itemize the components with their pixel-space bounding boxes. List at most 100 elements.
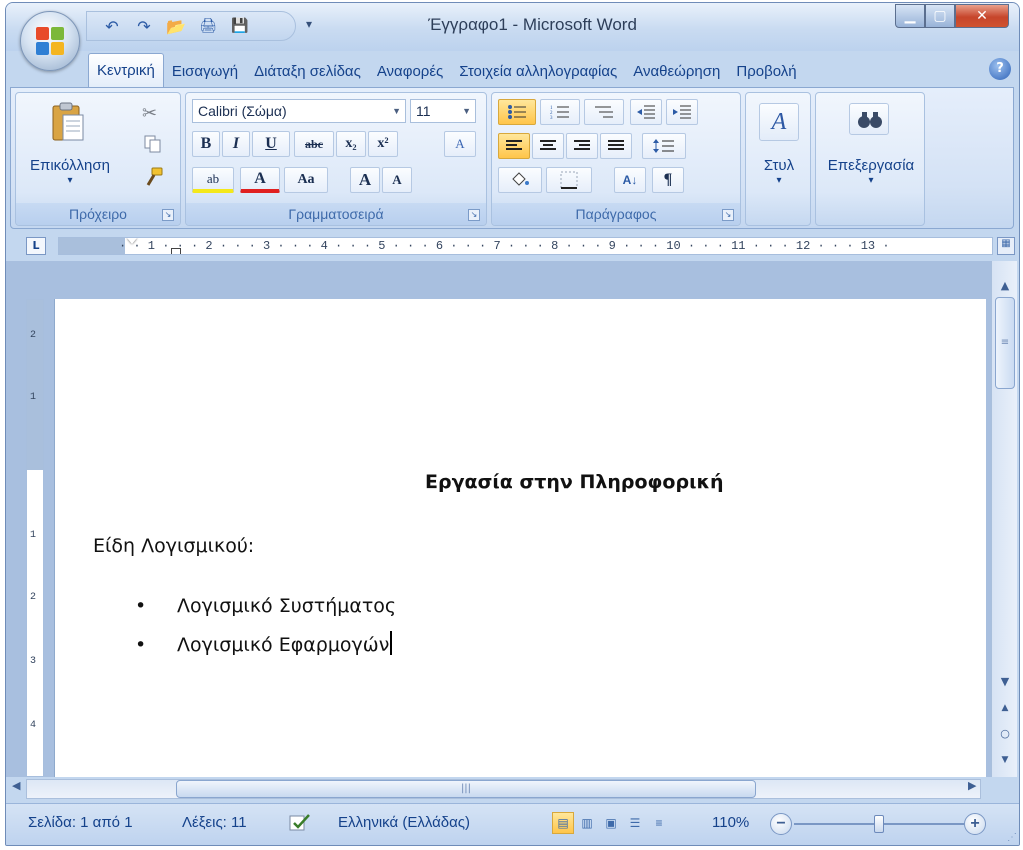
scroll-left-icon[interactable]: ◀ (12, 779, 20, 792)
paragraph-dialog-launcher-icon[interactable]: ↘ (722, 209, 734, 221)
outline-view-icon[interactable]: ☰ (624, 812, 646, 834)
paste-button-label[interactable]: Επικόλληση (22, 157, 118, 174)
scroll-down-icon[interactable]: ▼ (996, 673, 1014, 691)
highlight-button[interactable]: ab (192, 167, 234, 193)
vruler-mark: 2 (30, 330, 37, 341)
shading-button[interactable] (498, 167, 542, 193)
cut-icon[interactable]: ✂ (142, 103, 157, 124)
multilevel-list-button[interactable] (584, 99, 624, 125)
first-line-indent-marker-icon[interactable] (127, 238, 137, 244)
hanging-indent-marker-icon[interactable] (171, 248, 181, 254)
scroll-up-icon[interactable]: ▲ (996, 277, 1014, 295)
view-buttons: ▤ ▥ ▣ ☰ ≡ (552, 812, 670, 834)
editing-group[interactable]: Επεξεργασία ▾ (815, 92, 925, 226)
bold-button[interactable]: B (192, 131, 220, 157)
print-layout-view-icon[interactable]: ▤ (552, 812, 574, 834)
zoom-slider-knob[interactable] (874, 815, 884, 833)
close-button[interactable]: ✕ (955, 4, 1009, 28)
vertical-scrollbar[interactable]: ▲ ≡ ▼ ▲ ○ ▼ (991, 261, 1017, 777)
minimize-button[interactable]: ▁ (895, 4, 925, 28)
borders-button[interactable] (546, 167, 592, 193)
font-size-combo[interactable]: 11 ▼ (410, 99, 476, 123)
previous-page-icon[interactable]: ▲ (996, 699, 1014, 717)
list-item-text: Λογισμικό Συστήματος (177, 595, 397, 617)
numbering-button[interactable]: 123 (540, 99, 580, 125)
font-name-combo[interactable]: Calibri (Σώμα) ▼ (192, 99, 406, 123)
web-layout-view-icon[interactable]: ▣ (600, 812, 622, 834)
align-right-button[interactable] (566, 133, 598, 159)
draft-view-icon[interactable]: ≡ (648, 812, 670, 834)
italic-button[interactable]: I (222, 131, 250, 157)
proofing-icon[interactable] (288, 812, 312, 834)
show-hide-button[interactable]: ¶ (652, 167, 684, 193)
ribbon-tab[interactable]: Στοιχεία αλληλογραφίας (451, 57, 625, 87)
zoom-slider[interactable]: − + (770, 813, 990, 835)
list-item-text: Λογισμικό Εφαρμογών (177, 634, 390, 656)
word-count[interactable]: Λέξεις: 11 (182, 814, 247, 831)
select-browse-object-icon[interactable]: ○ (996, 725, 1014, 743)
grow-font-button[interactable]: A (350, 167, 380, 193)
line-spacing-button[interactable] (642, 133, 686, 159)
horizontal-scroll-thumb[interactable]: ||| (176, 780, 756, 798)
align-left-button[interactable] (498, 133, 530, 159)
horizontal-scrollbar[interactable]: ◀ ||| ▶ (6, 777, 991, 801)
ribbon-tab[interactable]: Εισαγωγή (164, 57, 246, 87)
language-indicator[interactable]: Ελληνικά (Ελλάδας) (338, 814, 470, 831)
justify-button[interactable] (600, 133, 632, 159)
superscript-button[interactable]: x² (368, 131, 398, 157)
view-ruler-icon[interactable]: ▦ (997, 237, 1015, 255)
font-dialog-launcher-icon[interactable]: ↘ (468, 209, 480, 221)
strikethrough-button[interactable]: abc (294, 131, 334, 157)
page-count[interactable]: Σελίδα: 1 από 1 (28, 814, 133, 831)
ruler-row: L · · 1 · · · 2 · · · 3 · · · 4 · · · 5 … (6, 231, 1019, 261)
clipboard-dialog-launcher-icon[interactable]: ↘ (162, 209, 174, 221)
ribbon-tab[interactable]: Διάταξη σελίδας (246, 57, 369, 87)
subscript-button[interactable]: x₂ (336, 131, 366, 157)
sort-button[interactable]: A↓ (614, 167, 646, 193)
next-page-icon[interactable]: ▼ (996, 751, 1014, 769)
text-cursor (390, 631, 393, 655)
resize-grip-icon[interactable]: ⋰ (1007, 832, 1017, 843)
align-center-button[interactable] (532, 133, 564, 159)
ruler-numbers: · · 1 · · · 2 · · · 3 · · · 4 · · · 5 · … (119, 239, 890, 253)
horizontal-ruler[interactable]: · · 1 · · · 2 · · · 3 · · · 4 · · · 5 · … (58, 237, 993, 255)
shrink-font-button[interactable]: A (382, 167, 412, 193)
vertical-ruler[interactable]: 2 1 1 2 3 4 (26, 299, 44, 777)
bullets-button[interactable] (498, 99, 536, 125)
font-name-value: Calibri (Σώμα) (198, 103, 287, 119)
vruler-mark: 1 (30, 392, 37, 403)
font-size-value: 11 (416, 103, 431, 119)
top-margin-area (27, 300, 43, 470)
clear-formatting-button[interactable]: A (444, 131, 476, 157)
window-controls: ▁ ▢ ✕ (895, 4, 1009, 28)
increase-indent-button[interactable] (666, 99, 698, 125)
paste-dropdown-arrow[interactable]: ▾ (60, 175, 80, 186)
copy-icon[interactable] (144, 135, 162, 153)
font-color-button[interactable]: A (240, 167, 280, 193)
left-margin-area (59, 238, 125, 254)
vertical-scroll-thumb[interactable]: ≡ (995, 297, 1015, 389)
ribbon-tab[interactable]: Αναφορές (369, 57, 451, 87)
paste-icon[interactable] (50, 101, 86, 143)
full-screen-reading-view-icon[interactable]: ▥ (576, 812, 598, 834)
zoom-in-button[interactable]: + (964, 813, 986, 835)
bullet-symbol: • (135, 634, 147, 656)
maximize-button[interactable]: ▢ (925, 4, 955, 28)
decrease-indent-button[interactable] (630, 99, 662, 125)
ribbon-tab[interactable]: Αναθεώρηση (625, 57, 728, 87)
styles-group[interactable]: A Στυλ ▾ (745, 92, 811, 226)
zoom-out-button[interactable]: − (770, 813, 792, 835)
vruler-mark: 1 (30, 530, 37, 541)
help-icon[interactable]: ? (989, 58, 1011, 80)
change-case-button[interactable]: Aa (284, 167, 328, 193)
office-button[interactable] (20, 11, 80, 71)
clipboard-group-label: Πρόχειρο (16, 203, 180, 225)
zoom-level[interactable]: 110% (712, 814, 749, 831)
format-painter-icon[interactable] (144, 167, 164, 187)
document-page[interactable]: Εργασία στην Πληροφορική Είδη Λογισμικού… (54, 299, 986, 777)
tab-selector-button[interactable]: L (26, 237, 46, 255)
scroll-right-icon[interactable]: ▶ (968, 779, 976, 792)
ribbon-tab[interactable]: Κεντρική (88, 53, 164, 87)
ribbon-tab[interactable]: Προβολή (728, 57, 804, 87)
underline-button[interactable]: U (252, 131, 290, 157)
